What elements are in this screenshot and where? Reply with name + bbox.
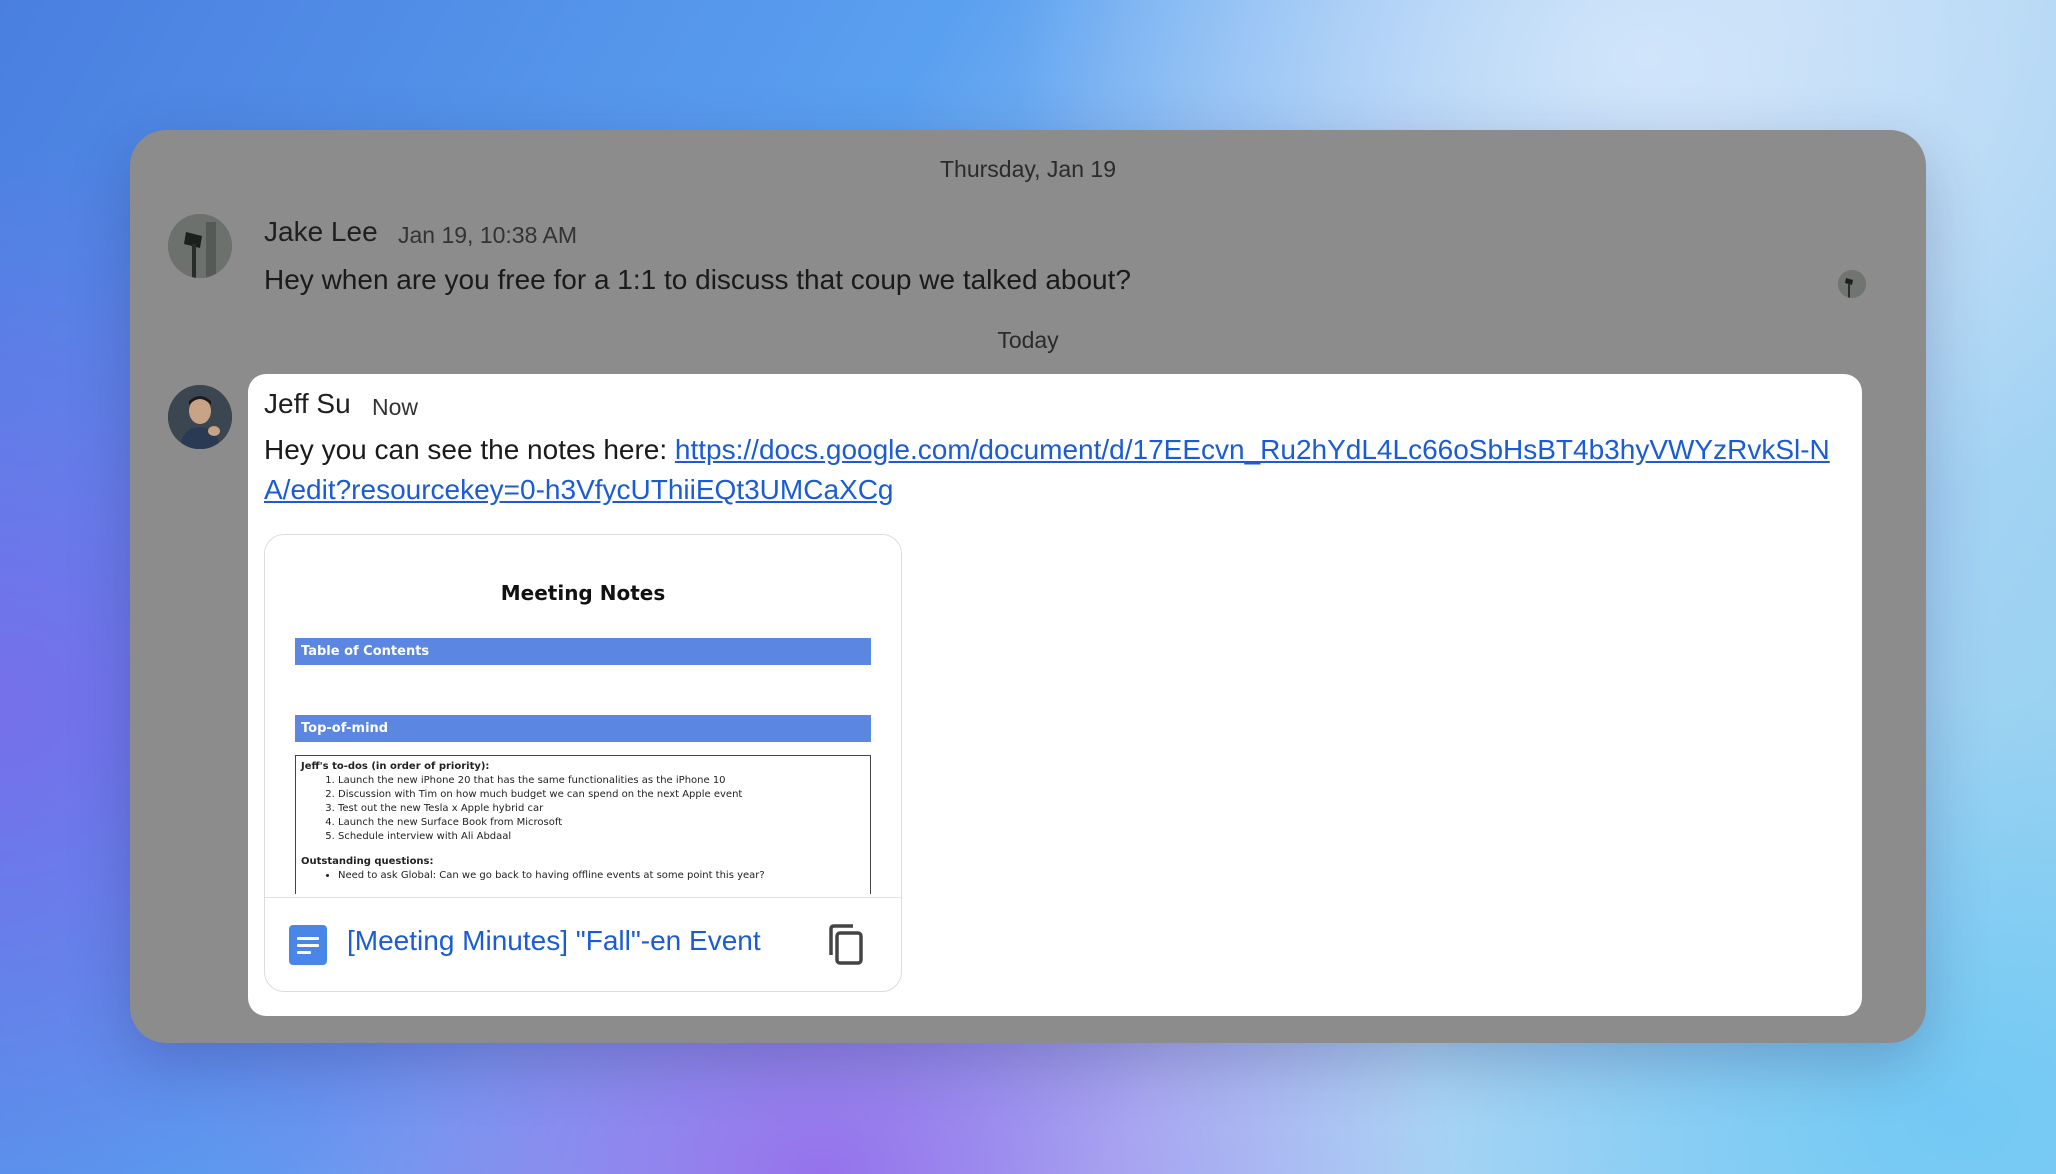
user-avatar xyxy=(1838,270,1866,298)
todos-header: Jeff's to-dos (in order of priority): xyxy=(301,761,490,772)
google-docs-icon xyxy=(289,925,327,965)
list-item: Schedule interview with Ali Abdaal xyxy=(338,830,865,844)
chat-window: Thursday, Jan 19 Jake Lee Jan 19, 10:38 … xyxy=(130,130,1926,1043)
user-avatar xyxy=(168,385,232,449)
sender-name[interactable]: Jeff Su xyxy=(264,388,351,420)
doc-content-box: Jeff's to-dos (in order of priority): La… xyxy=(295,755,871,894)
doc-file-name[interactable]: [Meeting Minutes] "Fall"-en Event xyxy=(347,925,761,957)
sender-name[interactable]: Jake Lee xyxy=(264,216,378,248)
list-item: Launch the new Surface Book from Microso… xyxy=(338,816,865,830)
doc-section-header: Top-of-mind xyxy=(295,715,871,742)
list-item: Discussion with Tim on how much budget w… xyxy=(338,788,865,802)
highlighted-message: Jeff Su Now Hey you can see the notes he… xyxy=(248,374,1862,1016)
user-avatar xyxy=(168,214,232,278)
list-item: Launch the new iPhone 20 that has the sa… xyxy=(338,774,865,788)
doc-preview-card[interactable]: Meeting Notes Table of Contents Top-of-m… xyxy=(264,534,902,992)
read-receipt-avatar xyxy=(1838,270,1866,298)
avatar-jake-lee[interactable] xyxy=(168,214,232,278)
doc-thumbnail[interactable]: Meeting Notes Table of Contents Top-of-m… xyxy=(265,535,901,898)
doc-preview-title: Meeting Notes xyxy=(500,581,666,605)
doc-card-footer: [Meeting Minutes] "Fall"-en Event xyxy=(265,899,901,991)
avatar-jeff-su[interactable] xyxy=(168,385,232,449)
message-text-prefix: Hey you can see the notes here: xyxy=(264,434,675,465)
questions-list: Need to ask Global: Can we go back to ha… xyxy=(301,869,865,883)
message-text: Hey when are you free for a 1:1 to discu… xyxy=(264,264,1131,295)
questions-header: Outstanding questions: xyxy=(301,856,434,867)
message-timestamp: Now xyxy=(372,394,419,420)
list-item: Need to ask Global: Can we go back to ha… xyxy=(338,869,865,883)
date-separator: Thursday, Jan 19 xyxy=(939,156,1116,182)
copy-icon[interactable] xyxy=(825,923,865,967)
message-text: Hey you can see the notes here: https://… xyxy=(264,430,1844,510)
message-timestamp: Jan 19, 10:38 AM xyxy=(398,222,578,248)
todo-list: Launch the new iPhone 20 that has the sa… xyxy=(301,774,865,844)
date-separator: Today xyxy=(997,327,1059,353)
doc-section-header: Table of Contents xyxy=(295,638,871,665)
list-item: Test out the new Tesla x Apple hybrid ca… xyxy=(338,802,865,816)
